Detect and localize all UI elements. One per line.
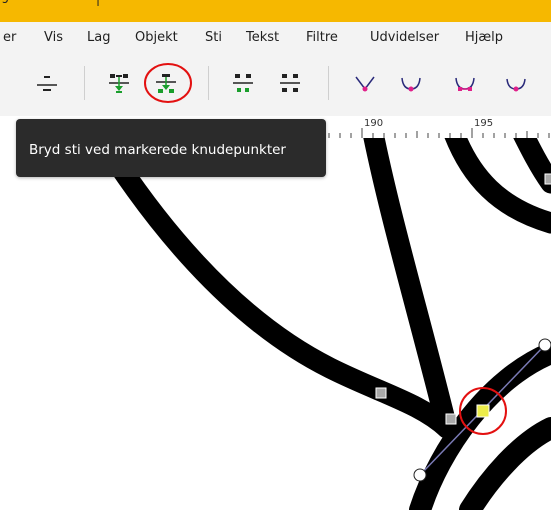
join-nodes-icon xyxy=(37,76,57,91)
node-cusp-icon xyxy=(355,76,375,92)
inner-arc-path xyxy=(459,417,551,510)
menu-item-edit[interactable]: er xyxy=(3,30,16,45)
toolbar-separator xyxy=(328,66,329,100)
menu-item-view[interactable]: Vis xyxy=(44,30,63,45)
node-smooth-tool[interactable] xyxy=(392,63,430,103)
menu-item-text[interactable]: Tekst xyxy=(246,30,279,45)
tooltip: Bryd sti ved markerede knudepunkter xyxy=(16,119,326,177)
ruler-label: 195 xyxy=(474,118,494,129)
titlebar-fragment: | xyxy=(96,0,100,6)
toolbar-separator xyxy=(84,66,85,100)
delete-segment-icon xyxy=(280,74,300,92)
path-node xyxy=(375,387,387,399)
tooltip-text: Bryd sti ved markerede knudepunkter xyxy=(29,142,286,158)
node-symmetric-icon xyxy=(455,77,475,91)
break-path-tool[interactable] xyxy=(144,63,192,103)
menu-item-extensions[interactable]: Udvidelser xyxy=(370,30,439,45)
join-nodes-tool[interactable] xyxy=(28,63,66,103)
join-segment-icon xyxy=(109,74,129,93)
titlebar-fragment: ɔ xyxy=(2,0,9,6)
path-drawing xyxy=(88,138,551,510)
path-node xyxy=(445,413,457,425)
highlight-circle-icon xyxy=(144,63,192,103)
ruler-label: 190 xyxy=(364,118,384,129)
delete-segment-tool[interactable] xyxy=(271,63,309,103)
window-titlebar: ɔ | xyxy=(0,0,551,22)
handle-endpoint xyxy=(538,338,551,352)
menu-item-path[interactable]: Sti xyxy=(205,30,222,45)
node-smooth-icon xyxy=(401,77,421,92)
menu-bar: er Vis Lag Objekt Sti Tekst Filtre Udvid… xyxy=(0,22,551,54)
node-auto-smooth-tool[interactable] xyxy=(497,63,535,103)
handle-endpoint xyxy=(413,468,427,482)
path-node xyxy=(544,173,551,185)
join-endnodes-tool[interactable] xyxy=(224,63,262,103)
node-auto-smooth-icon xyxy=(506,78,526,92)
drawing-canvas[interactable] xyxy=(0,138,551,510)
node-toolbar xyxy=(0,54,551,117)
node-cusp-tool[interactable] xyxy=(346,63,384,103)
menu-item-object[interactable]: Objekt xyxy=(135,30,178,45)
join-segment-tool[interactable] xyxy=(100,63,138,103)
menu-item-layer[interactable]: Lag xyxy=(87,30,110,45)
menu-item-filters[interactable]: Filtre xyxy=(306,30,338,45)
join-endnodes-icon xyxy=(233,74,253,92)
menu-item-help[interactable]: Hjælp xyxy=(465,30,503,45)
node-symmetric-tool[interactable] xyxy=(446,63,484,103)
toolbar-separator xyxy=(208,66,209,100)
selected-node xyxy=(476,404,490,418)
